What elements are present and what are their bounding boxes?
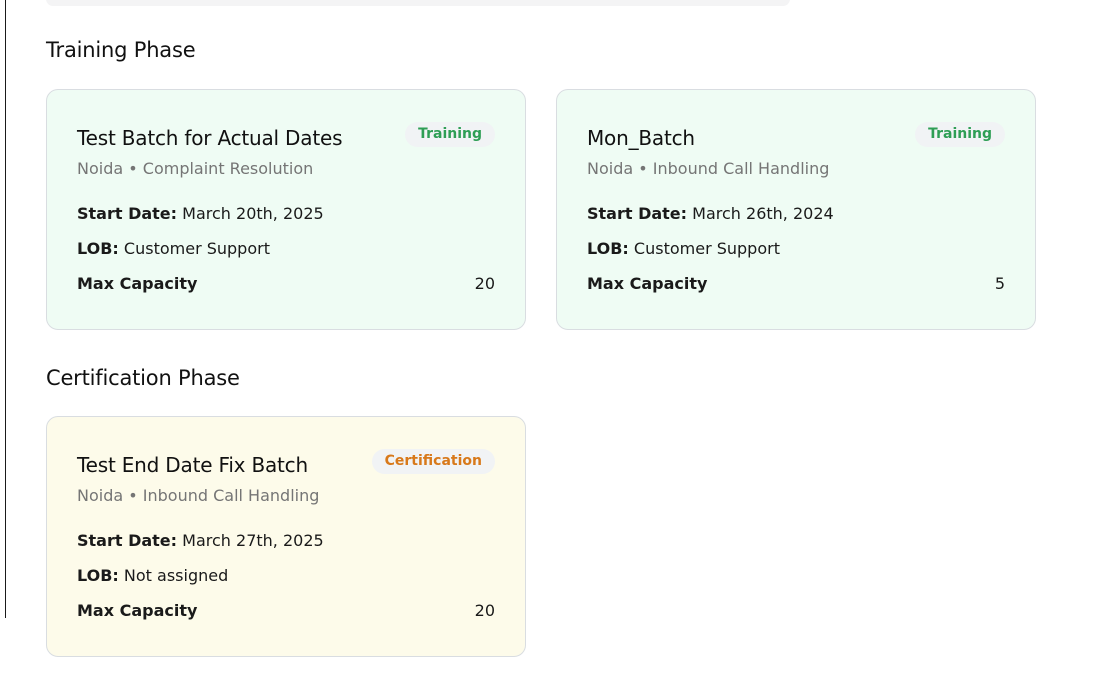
capacity-row: Max Capacity 20: [77, 601, 495, 620]
batch-name: Mon_Batch: [587, 126, 695, 150]
left-divider: [5, 0, 6, 618]
start-date-row: Start Date: March 27th, 2025: [77, 531, 324, 550]
capacity-row: Max Capacity 20: [77, 274, 495, 293]
batch-overview-page: Training Phase Test Batch for Actual Dat…: [0, 0, 1118, 692]
start-date-row: Start Date: March 20th, 2025: [77, 204, 324, 223]
start-date-value: March 26th, 2024: [692, 204, 834, 223]
capacity-label: Max Capacity: [587, 274, 708, 293]
batch-card[interactable]: Mon_Batch Training Noida • Inbound Call …: [556, 89, 1036, 330]
start-date-value: March 20th, 2025: [182, 204, 324, 223]
lob-label: LOB:: [587, 239, 629, 258]
capacity-value: 20: [474, 274, 495, 293]
lob-label: LOB:: [77, 239, 119, 258]
batch-name: Test Batch for Actual Dates: [77, 126, 343, 150]
top-search-bar[interactable]: [46, 0, 790, 6]
lob-label: LOB:: [77, 566, 119, 585]
batch-card[interactable]: Test End Date Fix Batch Certification No…: [46, 416, 526, 657]
lob-row: LOB: Customer Support: [77, 239, 270, 258]
lob-row: LOB: Not assigned: [77, 566, 228, 585]
start-date-value: March 27th, 2025: [182, 531, 324, 550]
status-badge: Certification: [371, 449, 495, 474]
start-date-row: Start Date: March 26th, 2024: [587, 204, 834, 223]
start-date-label: Start Date:: [587, 204, 688, 223]
lob-value: Not assigned: [123, 566, 229, 585]
capacity-value: 5: [994, 274, 1005, 293]
batch-location: Noida • Inbound Call Handling: [77, 486, 320, 505]
capacity-value: 20: [474, 601, 495, 620]
training-phase-heading: Training Phase: [46, 38, 196, 62]
lob-row: LOB: Customer Support: [587, 239, 780, 258]
certification-phase-heading: Certification Phase: [46, 366, 240, 390]
batch-card[interactable]: Test Batch for Actual Dates Training Noi…: [46, 89, 526, 330]
capacity-row: Max Capacity 5: [587, 274, 1005, 293]
capacity-label: Max Capacity: [77, 601, 198, 620]
batch-location: Noida • Complaint Resolution: [77, 159, 314, 178]
start-date-label: Start Date:: [77, 204, 178, 223]
status-badge: Training: [915, 122, 1005, 147]
start-date-label: Start Date:: [77, 531, 178, 550]
lob-value: Customer Support: [123, 239, 270, 258]
batch-location: Noida • Inbound Call Handling: [587, 159, 830, 178]
status-badge: Training: [405, 122, 495, 147]
lob-value: Customer Support: [633, 239, 780, 258]
capacity-label: Max Capacity: [77, 274, 198, 293]
batch-name: Test End Date Fix Batch: [77, 453, 308, 477]
